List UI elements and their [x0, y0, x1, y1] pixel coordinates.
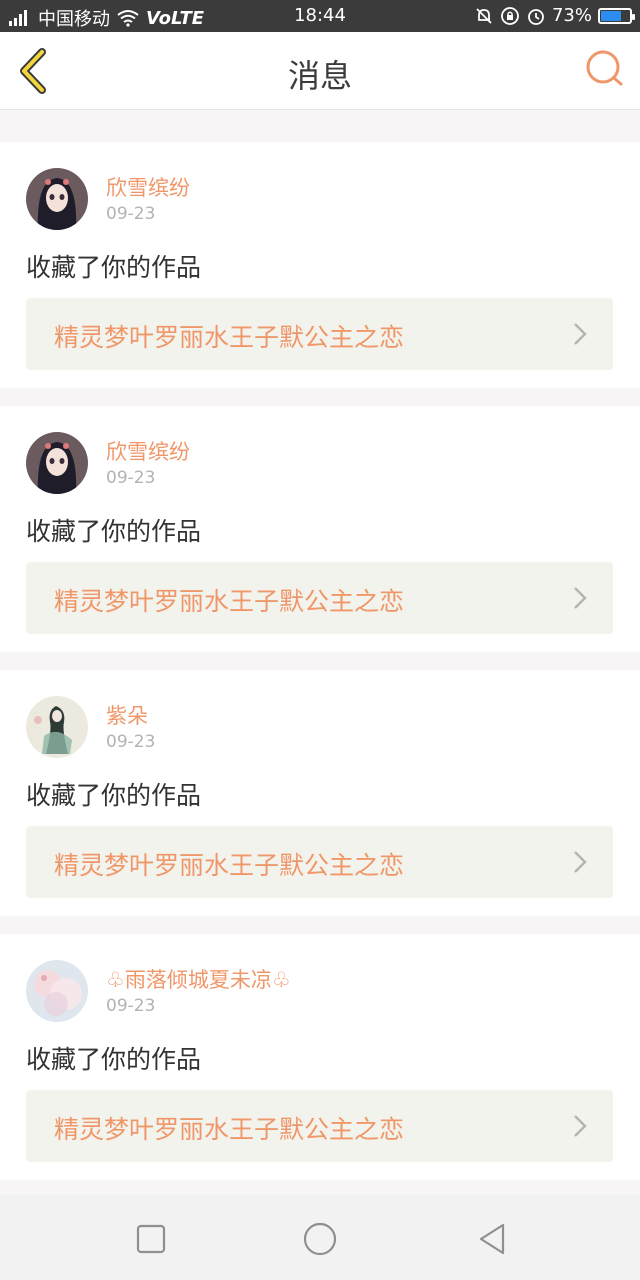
message-action: 收藏了你的作品	[26, 1045, 202, 1074]
message-date: 09-23	[106, 204, 156, 224]
work-link[interactable]: 精灵梦叶罗丽水王子默公主之恋	[26, 1090, 613, 1162]
doll-avatar[interactable]	[26, 168, 88, 230]
search-icon[interactable]	[584, 48, 626, 90]
work-link[interactable]: 精灵梦叶罗丽水王子默公主之恋	[26, 826, 613, 898]
sender-name[interactable]: ♧雨落倾城夏未凉♧	[106, 964, 291, 994]
battery-fill	[601, 10, 621, 21]
message-date: 09-23	[106, 732, 156, 752]
work-title: 精灵梦叶罗丽水王子默公主之恋	[54, 323, 405, 352]
triangle-back-icon[interactable]	[472, 1219, 512, 1259]
circle-icon[interactable]	[300, 1219, 340, 1259]
doll-avatar[interactable]	[26, 432, 88, 494]
chevron-right-icon	[574, 1115, 587, 1137]
status-right: 73%	[474, 5, 635, 26]
message-card: 紫朵 09-23 收藏了你的作品 精灵梦叶罗丽水王子默公主之恋	[0, 670, 640, 916]
sender-name[interactable]: 紫朵	[106, 700, 148, 730]
sender-name[interactable]: 欣雪缤纷	[106, 436, 190, 466]
battery-icon	[598, 7, 635, 24]
chevron-right-icon	[574, 851, 587, 873]
app-header: 消息	[0, 32, 640, 110]
page-title: 消息	[287, 57, 352, 95]
message-card: ♧雨落倾城夏未凉♧ 09-23 收藏了你的作品 精灵梦叶罗丽水王子默公主之恋	[0, 934, 640, 1180]
alarm-icon	[528, 8, 544, 25]
battery-percent: 73%	[551, 5, 592, 26]
message-card: 欣雪缤纷 09-23 收藏了你的作品 精灵梦叶罗丽水王子默公主之恋	[0, 142, 640, 388]
message-date: 09-23	[106, 468, 156, 488]
work-title: 精灵梦叶罗丽水王子默公主之恋	[54, 1115, 405, 1144]
work-title: 精灵梦叶罗丽水王子默公主之恋	[54, 851, 405, 880]
work-link[interactable]: 精灵梦叶罗丽水王子默公主之恋	[26, 562, 613, 634]
system-nav-bar	[0, 1195, 640, 1280]
work-title: 精灵梦叶罗丽水王子默公主之恋	[54, 587, 405, 616]
message-date: 09-23	[106, 996, 156, 1016]
chevron-right-icon	[574, 323, 587, 345]
message-action: 收藏了你的作品	[26, 781, 202, 810]
pastel-avatar[interactable]	[26, 960, 88, 1022]
message-card: 欣雪缤纷 09-23 收藏了你的作品 精灵梦叶罗丽水王子默公主之恋	[0, 406, 640, 652]
sender-name[interactable]: 欣雪缤纷	[106, 172, 190, 202]
status-bar: 中国移动 VoLTE 18:44 73%	[0, 0, 640, 32]
work-link[interactable]: 精灵梦叶罗丽水王子默公主之恋	[26, 298, 613, 370]
square-icon[interactable]	[131, 1219, 171, 1259]
rotation-lock-icon	[501, 6, 519, 25]
chevron-right-icon	[574, 587, 587, 609]
ink-painting-avatar[interactable]	[26, 696, 88, 758]
mute-bell-icon	[476, 7, 492, 24]
message-action: 收藏了你的作品	[26, 517, 202, 546]
message-action: 收藏了你的作品	[26, 253, 202, 282]
